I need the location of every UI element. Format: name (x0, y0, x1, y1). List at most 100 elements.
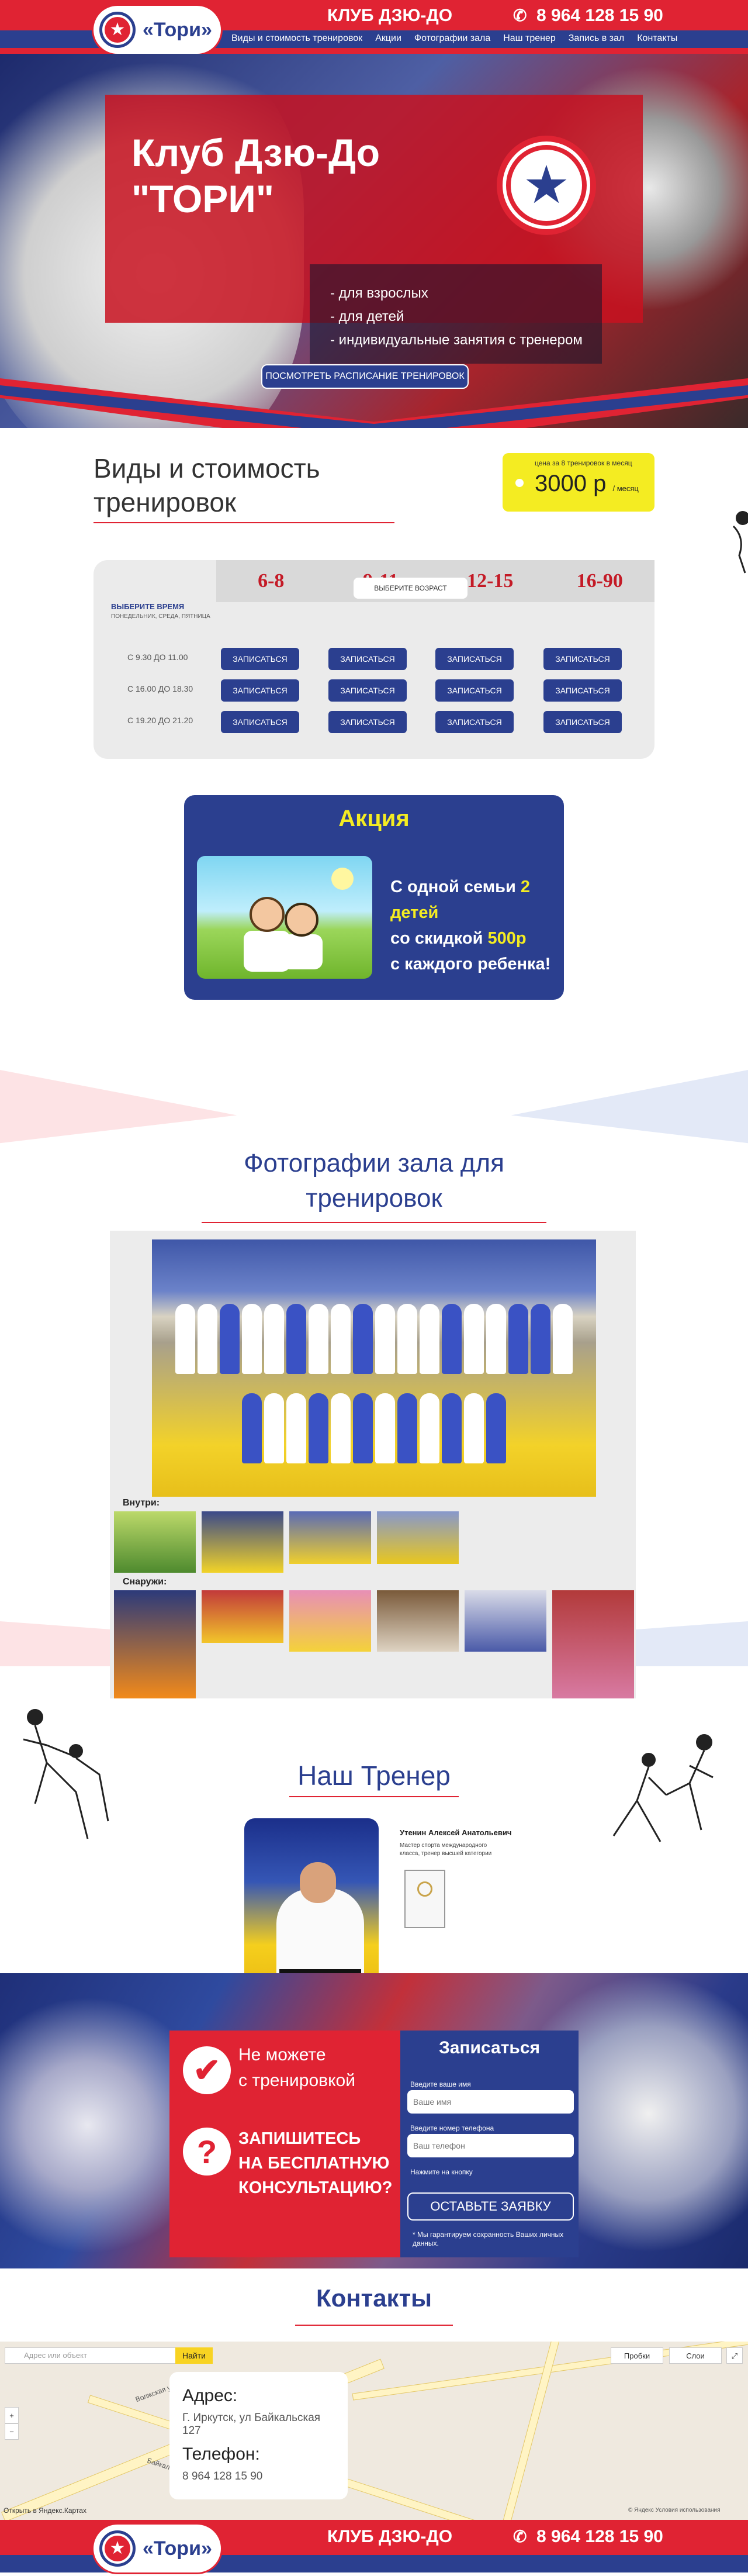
consult-line3: ЗАПИШИТЕСЬ (238, 2129, 361, 2148)
book-button[interactable]: ЗАПИСАТЬСЯ (221, 648, 299, 670)
gallery-thumb-inside[interactable] (114, 1511, 196, 1573)
consult-text-2: ЗАПИШИТЕСЬ НА БЕСПЛАТНУЮ КОНСУЛЬТАЦИЮ? (238, 2126, 392, 2200)
promo-kid-head (285, 903, 318, 937)
footer-phone[interactable]: ✆ 8 964 128 15 90 (513, 2527, 663, 2547)
nav-item-promo[interactable]: Акции (375, 33, 401, 44)
map-find-button[interactable]: Найти (175, 2347, 213, 2364)
price-amount: 3000 р / месяц (535, 471, 654, 497)
footer-phone-number: 8 964 128 15 90 (536, 2527, 663, 2546)
gallery-thumb-outside[interactable] (114, 1590, 196, 1698)
gallery-thumb-inside[interactable] (377, 1511, 459, 1564)
hero-title-line2: "ТОРИ" (131, 177, 275, 221)
book-button[interactable]: ЗАПИСАТЬСЯ (435, 679, 514, 702)
address-label: Адрес: (182, 2386, 238, 2405)
book-button[interactable]: ЗАПИСАТЬСЯ (435, 711, 514, 733)
promo-title: Акция (338, 806, 410, 831)
header: ★ «Тори» КЛУБ ДЗЮ-ДО ✆ 8 964 128 15 90 В… (0, 0, 748, 58)
book-button[interactable]: ЗАПИСАТЬСЯ (328, 711, 407, 733)
book-button[interactable]: ЗАПИСАТЬСЯ (328, 648, 407, 670)
hero-section: Клуб Дзю-До "ТОРИ" ★ - для взрослых - дл… (0, 54, 748, 428)
map-traffic-button[interactable]: Пробки (611, 2347, 663, 2364)
nav-item-photos[interactable]: Фотографии зала (414, 33, 490, 44)
promo-highlight-children: 2 (520, 878, 531, 896)
promo-kid-head (250, 897, 285, 932)
hero-title-line1: Клуб Дзю-До (131, 131, 380, 174)
gallery-main-photo[interactable] (152, 1239, 596, 1497)
age-tab-16-90[interactable]: 16-90 (545, 560, 655, 602)
gallery-title: Фотографии зала для тренировок (0, 1146, 748, 1216)
trainer-title-underline (289, 1796, 459, 1797)
submit-button[interactable]: ОСТАВЬТЕ ЗАЯВКУ (407, 2192, 574, 2221)
book-button[interactable]: ЗАПИСАТЬСЯ (543, 648, 622, 670)
book-button[interactable]: ЗАПИСАТЬСЯ (435, 648, 514, 670)
map[interactable]: Волжская ул. Байкальская ул. ➤ Адрес или… (0, 2342, 748, 2520)
name-label: Введите ваше имя (410, 2080, 471, 2088)
zoom-in-icon[interactable]: + (5, 2407, 19, 2423)
gallery-thumb-inside[interactable] (289, 1511, 371, 1564)
promo-text: С одной семьи 2 детей со скидкой 500р с … (390, 874, 550, 977)
trainer-photo (244, 1818, 379, 2000)
book-button[interactable]: ЗАПИСАТЬСЯ (328, 679, 407, 702)
map-layers-button[interactable]: Слои (669, 2347, 722, 2364)
nav-item-pricing[interactable]: Виды и стоимость тренировок (231, 33, 362, 44)
zoom-out-icon[interactable]: − (5, 2423, 19, 2440)
nav-item-contacts[interactable]: Контакты (637, 33, 677, 44)
gallery-thumb-outside[interactable] (202, 1590, 283, 1643)
promo-kids-image (197, 856, 372, 979)
phone-icon: ✆ (513, 6, 527, 25)
nav-item-signup[interactable]: Запись в зал (569, 33, 624, 44)
open-in-yandex-link[interactable]: Открыть в Яндекс.Картах (4, 2506, 86, 2515)
choose-time-title: ВЫБЕРИТЕ ВРЕМЯ (111, 602, 185, 611)
nav-item-trainer[interactable]: Наш тренер (503, 33, 556, 44)
trainer-certificate[interactable] (404, 1870, 445, 1928)
gallery-thumb-outside[interactable] (465, 1590, 546, 1652)
gallery-title-line1: Фотографии зала для (244, 1149, 504, 1177)
book-button[interactable]: ЗАПИСАТЬСЯ (221, 679, 299, 702)
contacts-title: Контакты (316, 2284, 432, 2312)
main-nav: Виды и стоимость тренировок Акции Фотогр… (231, 33, 677, 44)
gallery-thumb-outside[interactable] (552, 1590, 634, 1698)
price-box: цена за 8 тренировок в месяц 3000 р / ме… (503, 453, 654, 512)
hero-bullet: - для взрослых (330, 285, 428, 301)
price-value: 3000 р (535, 471, 607, 496)
address-card: Адрес: Г. Иркутск, ул Байкальская 127 Те… (169, 2372, 348, 2499)
phone-label: Введите номер телефона (410, 2124, 494, 2132)
outside-label: Снаружи: (123, 1577, 167, 1587)
consultation-section: ✔ ? Не можете с тренировкой ЗАПИШИТЕСЬ Н… (0, 1973, 748, 2268)
gallery-thumb-inside[interactable] (202, 1511, 283, 1573)
club-name: КЛУБ ДЗЮ-ДО (327, 6, 453, 25)
inside-label: Внутри: (123, 1498, 160, 1508)
hero-bullet: - для детей (330, 309, 404, 324)
gallery-thumb-outside[interactable] (377, 1590, 459, 1652)
consult-text-1: Не можете с тренировкой (238, 2042, 355, 2094)
question-icon: ? (183, 2128, 231, 2176)
consult-line1: Не можете (238, 2045, 326, 2064)
book-button[interactable]: ЗАПИСАТЬСЯ (543, 679, 622, 702)
price-dot (515, 479, 524, 487)
book-button[interactable]: ЗАПИСАТЬСЯ (221, 711, 299, 733)
phone-value-contacts[interactable]: 8 964 128 15 90 (182, 2470, 335, 2483)
schedule-cta-button[interactable]: ПОСМОТРЕТЬ РАСПИСАНИЕ ТРЕНИРОВОК (261, 364, 469, 389)
consult-line4: НА БЕСПЛАТНУЮ (238, 2154, 390, 2173)
gallery-thumb-outside[interactable] (289, 1590, 371, 1652)
phone-input[interactable] (407, 2134, 574, 2157)
footer-logo-text: «Тори» (143, 2537, 212, 2560)
header-phone[interactable]: ✆ 8 964 128 15 90 (513, 6, 663, 26)
name-input[interactable] (407, 2090, 574, 2114)
address-value: Г. Иркутск, ул Байкальская 127 (182, 2412, 321, 2437)
logo[interactable]: ★ «Тори» (94, 6, 221, 54)
hero-title: Клуб Дзю-До "ТОРИ" (131, 130, 380, 222)
book-button[interactable]: ЗАПИСАТЬСЯ (543, 711, 622, 733)
promo-line2: детей (390, 903, 439, 922)
hero-bullets: - для взрослых - для детей - индивидуаль… (330, 282, 583, 352)
fullscreen-icon[interactable]: ⤢ (726, 2347, 743, 2364)
age-tab-6-8[interactable]: 6-8 (216, 560, 326, 602)
contacts-title-underline (295, 2325, 453, 2326)
promo-sun (331, 868, 354, 890)
training-days: ПОНЕДЕЛЬНИК, СРЕДА, ПЯТНИЦА (111, 613, 210, 620)
consult-line5: КОНСУЛЬТАЦИЮ? (238, 2178, 393, 2197)
footer: ★ «Тори» КЛУБ ДЗЮ-ДО ✆ 8 964 128 15 90 (0, 2520, 748, 2576)
map-copyright[interactable]: © Яндекс Условия использования (628, 2507, 721, 2513)
footer-logo[interactable]: ★ «Тори» (94, 2525, 221, 2572)
certificate-seal-icon (417, 1881, 432, 1897)
